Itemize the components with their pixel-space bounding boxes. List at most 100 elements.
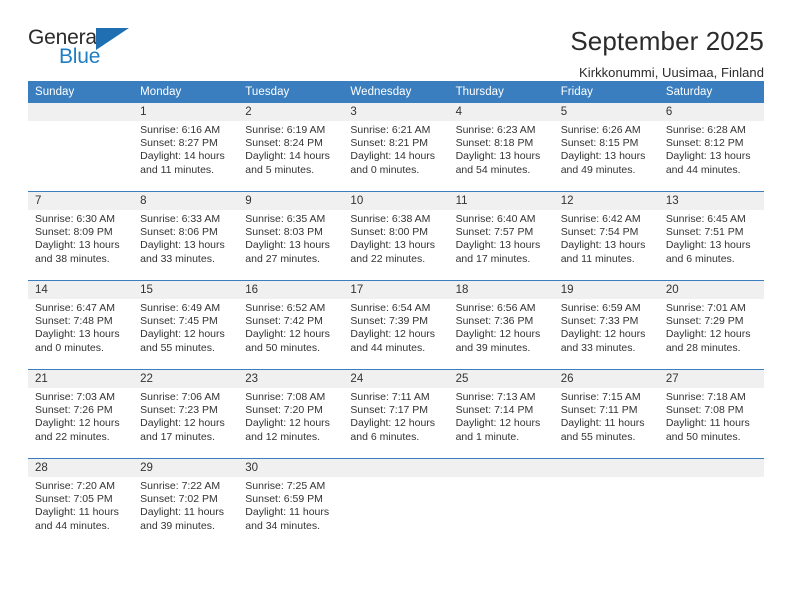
day-details: Sunrise: 7:01 AM Sunset: 7:29 PM Daylight:… (659, 299, 764, 355)
sunrise-text: Sunrise: 6:42 AM (560, 213, 641, 225)
day-cell[interactable]: 30 Sunrise: 7:25 AM Sunset: 6:59 PM Dayligh… (238, 458, 344, 547)
day-cell[interactable]: 8 Sunrise: 6:33 AM Sunset: 8:06 PM Daylight… (133, 191, 239, 281)
day-cell[interactable]: 26 Sunrise: 7:15 AM Sunset: 7:11 PM Dayligh… (553, 369, 659, 459)
general-blue-logo[interactable]: General Blue (28, 26, 148, 78)
day-cell[interactable]: 19 Sunrise: 6:59 AM Sunset: 7:33 PM Dayligh… (553, 280, 659, 370)
day-cell[interactable]: 6 Sunrise: 6:28 AM Sunset: 8:12 PM Daylight… (658, 103, 764, 192)
sunrise-text: Sunrise: 6:47 AM (35, 302, 115, 314)
day-cell[interactable]: 9 Sunrise: 6:35 AM Sunset: 8:03 PM Daylight… (238, 191, 344, 281)
sunrise-text: Sunrise: 7:18 AM (665, 391, 746, 403)
day-number: 28 (28, 459, 134, 477)
day-cell[interactable]: 10 Sunrise: 6:38 AM Sunset: 8:00 PM Dayligh… (343, 191, 449, 281)
day-details: Sunrise: 7:25 AM Sunset: 6:59 PM Daylight:… (238, 477, 343, 533)
day-cell[interactable]: 24 Sunrise: 7:11 AM Sunset: 7:17 PM Dayligh… (343, 369, 449, 459)
daylight-text-line2: and 22 minutes. (350, 252, 426, 265)
day-cell[interactable]: 13 Sunrise: 6:45 AM Sunset: 7:51 PM Dayligh… (658, 191, 764, 281)
sunset-text: Sunset: 8:15 PM (560, 137, 639, 150)
weekday-header-friday: Friday (553, 81, 659, 103)
daylight-text-line1: Daylight: 13 hours (560, 239, 646, 252)
daylight-text-line1: Daylight: 12 hours (245, 417, 330, 430)
day-cell[interactable]: 17 Sunrise: 6:54 AM Sunset: 7:39 PM Dayligh… (343, 280, 449, 370)
sunset-text: Sunset: 8:00 PM (350, 226, 429, 239)
daylight-text-line2: and 11 minutes. (560, 252, 635, 265)
day-cell[interactable]: 14 Sunrise: 6:47 AM Sunset: 7:48 PM Dayligh… (28, 280, 134, 370)
sunrise-text: Sunrise: 7:20 AM (35, 480, 115, 492)
day-number: 17 (343, 281, 449, 299)
day-cell (28, 103, 134, 192)
day-cell[interactable]: 15 Sunrise: 6:49 AM Sunset: 7:45 PM Dayligh… (133, 280, 239, 370)
day-details: Sunrise: 7:18 AM Sunset: 7:08 PM Daylight:… (659, 388, 764, 444)
day-cell[interactable]: 11 Sunrise: 6:40 AM Sunset: 7:57 PM Dayligh… (448, 191, 554, 281)
day-cell[interactable]: 29 Sunrise: 7:22 AM Sunset: 7:02 PM Dayligh… (133, 458, 239, 547)
sunset-text: Sunset: 7:26 PM (35, 404, 113, 417)
day-cell[interactable]: 22 Sunrise: 7:06 AM Sunset: 7:23 PM Dayligh… (133, 369, 239, 459)
day-details: Sunrise: 6:26 AM Sunset: 8:15 PM Daylight:… (554, 121, 659, 177)
day-cell[interactable]: 21 Sunrise: 7:03 AM Sunset: 7:26 PM Dayligh… (28, 369, 134, 459)
sunset-text: Sunset: 8:18 PM (455, 137, 534, 150)
day-cell (658, 458, 764, 547)
sunrise-text: Sunrise: 6:21 AM (350, 124, 431, 136)
day-details: Sunrise: 6:28 AM Sunset: 8:12 PM Daylight:… (659, 121, 764, 177)
daylight-text-line2: and 17 minutes. (455, 252, 531, 265)
day-number: 19 (553, 281, 659, 299)
daylight-text-line1: Daylight: 13 hours (665, 239, 751, 252)
sunrise-text: Sunrise: 6:59 AM (560, 302, 641, 314)
sunrise-text: Sunrise: 7:11 AM (350, 391, 430, 403)
day-details: Sunrise: 6:38 AM Sunset: 8:00 PM Daylight:… (343, 210, 448, 266)
day-number: 2 (238, 103, 344, 121)
day-cell[interactable]: 5 Sunrise: 6:26 AM Sunset: 8:15 PM Daylight… (553, 103, 659, 192)
day-cell[interactable]: 1 Sunrise: 6:16 AM Sunset: 8:27 PM Daylight… (133, 103, 239, 192)
sunset-text: Sunset: 7:54 PM (560, 226, 639, 239)
day-details: Sunrise: 6:33 AM Sunset: 8:06 PM Daylight:… (133, 210, 238, 266)
daylight-text-line1: Daylight: 13 hours (350, 239, 436, 252)
day-cell[interactable]: 7 Sunrise: 6:30 AM Sunset: 8:09 PM Daylight… (28, 191, 134, 281)
page-subtitle: Kirkkonummi, Uusimaa, Finland (579, 65, 764, 81)
day-cell[interactable]: 25 Sunrise: 7:13 AM Sunset: 7:14 PM Dayligh… (448, 369, 554, 459)
daylight-text-line2: and 12 minutes. (245, 430, 320, 443)
sunrise-text: Sunrise: 7:03 AM (35, 391, 115, 403)
sunrise-text: Sunrise: 6:35 AM (245, 213, 326, 225)
daylight-text-line1: Daylight: 11 hours (140, 506, 224, 519)
day-number: 5 (553, 103, 659, 121)
day-cell[interactable]: 12 Sunrise: 6:42 AM Sunset: 7:54 PM Dayligh… (553, 191, 659, 281)
sunset-text: Sunset: 7:20 PM (245, 404, 323, 417)
daylight-text-line2: and 44 minutes. (350, 341, 426, 354)
daylight-text-line2: and 55 minutes. (560, 430, 636, 443)
week-row: 1 Sunrise: 6:16 AM Sunset: 8:27 PM Daylight… (28, 103, 764, 192)
sunset-text: Sunset: 6:59 PM (245, 493, 323, 506)
daylight-text-line2: and 44 minutes. (665, 163, 741, 176)
day-cell[interactable]: 20 Sunrise: 7:01 AM Sunset: 7:29 PM Dayligh… (658, 280, 764, 370)
sunrise-text: Sunrise: 6:23 AM (455, 124, 536, 136)
day-cell[interactable]: 4 Sunrise: 6:23 AM Sunset: 8:18 PM Daylight… (448, 103, 554, 192)
daylight-text-line2: and 33 minutes. (140, 252, 215, 265)
day-cell[interactable]: 28 Sunrise: 7:20 AM Sunset: 7:05 PM Dayligh… (28, 458, 134, 547)
daylight-text-line2: and 1 minute. (455, 430, 520, 443)
daylight-text-line1: Daylight: 14 hours (350, 150, 436, 163)
triangle-icon (96, 28, 129, 50)
day-cell[interactable]: 3 Sunrise: 6:21 AM Sunset: 8:21 PM Daylight… (343, 103, 449, 192)
day-details: Sunrise: 7:11 AM Sunset: 7:17 PM Daylight:… (343, 388, 448, 444)
sunset-text: Sunset: 8:03 PM (245, 226, 323, 239)
day-cell[interactable]: 27 Sunrise: 7:18 AM Sunset: 7:08 PM Dayligh… (658, 369, 764, 459)
day-cell[interactable]: 16 Sunrise: 6:52 AM Sunset: 7:42 PM Dayligh… (238, 280, 344, 370)
day-cell[interactable]: 2 Sunrise: 6:19 AM Sunset: 8:24 PM Daylight… (238, 103, 344, 192)
day-cell[interactable]: 23 Sunrise: 7:08 AM Sunset: 7:20 PM Dayligh… (238, 369, 344, 459)
sunset-text: Sunset: 7:05 PM (35, 493, 113, 506)
daylight-text-line1: Daylight: 11 hours (560, 417, 645, 430)
day-details: Sunrise: 6:45 AM Sunset: 7:51 PM Daylight:… (659, 210, 764, 266)
daylight-text-line1: Daylight: 12 hours (455, 328, 541, 341)
day-number (553, 459, 659, 477)
day-cell[interactable]: 18 Sunrise: 6:56 AM Sunset: 7:36 PM Dayligh… (448, 280, 554, 370)
day-number (448, 459, 554, 477)
daylight-text-line1: Daylight: 12 hours (560, 328, 646, 341)
day-number: 11 (448, 192, 554, 210)
sunset-text: Sunset: 7:45 PM (140, 315, 218, 328)
day-number: 12 (553, 192, 659, 210)
day-number: 16 (238, 281, 344, 299)
sunset-text: Sunset: 7:36 PM (455, 315, 534, 328)
calendar-page: General Blue September 2025 Kirkkonummi,… (0, 0, 792, 612)
day-number: 30 (238, 459, 344, 477)
weekday-header-sunday: Sunday (28, 81, 134, 103)
day-cell (343, 458, 449, 547)
sunrise-text: Sunrise: 6:45 AM (665, 213, 746, 225)
